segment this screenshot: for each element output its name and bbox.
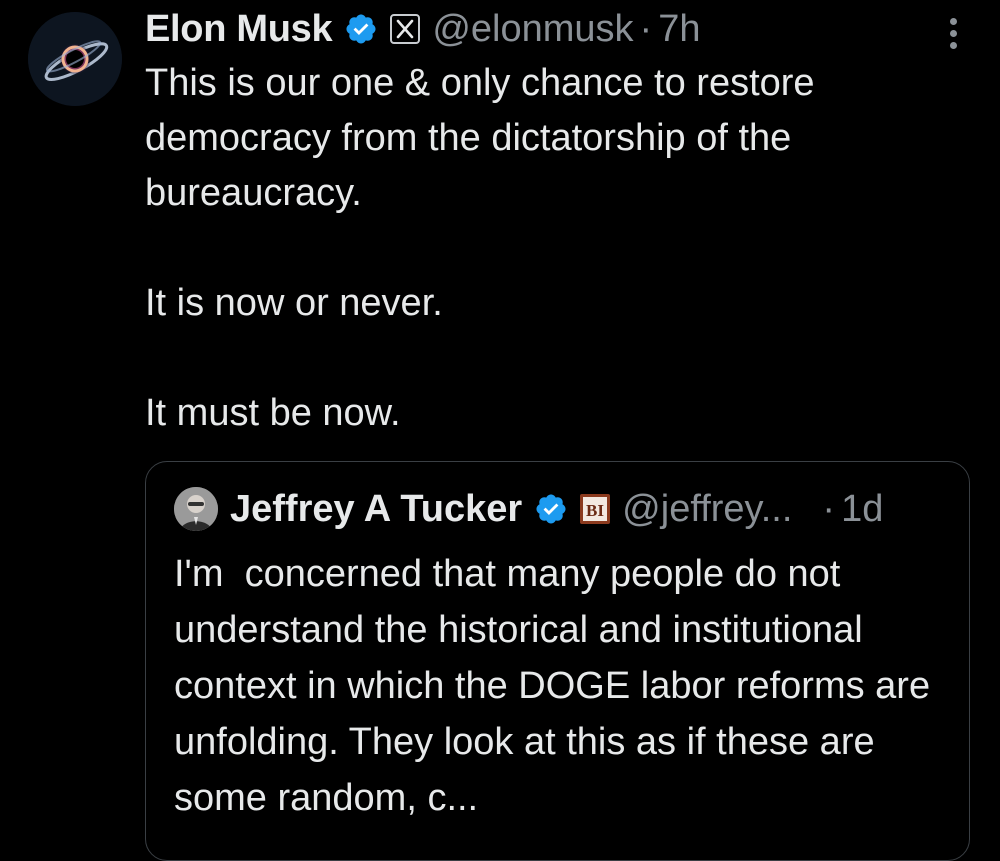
tweet-timestamp[interactable]: 7h — [658, 8, 700, 51]
quoted-tweet[interactable]: Jeffrey A Tucker BI @jeffrey... · 1d I'm… — [145, 461, 970, 861]
quoted-author-name[interactable]: Jeffrey A Tucker — [230, 488, 522, 531]
tweet-text-paragraph: This is our one & only chance to restore… — [145, 62, 815, 214]
author-avatar[interactable] — [28, 12, 122, 106]
separator-dot: · — [822, 487, 836, 530]
verified-badge-icon[interactable] — [534, 492, 568, 526]
quoted-author-avatar[interactable] — [174, 487, 218, 531]
tweet-text-paragraph: It is now or never. — [145, 282, 443, 324]
profile-photo-avatar-icon — [174, 487, 218, 531]
bi-logo-icon[interactable]: BI — [580, 494, 611, 524]
quoted-tweet-text: I'm concerned that many people do not un… — [174, 553, 941, 819]
author-name[interactable]: Elon Musk — [145, 8, 333, 51]
tweet[interactable]: Elon Musk @elonmusk · 7h This is our one… — [0, 0, 1000, 861]
x-logo-icon[interactable] — [390, 14, 421, 44]
more-options-button[interactable] — [940, 14, 966, 54]
black-hole-avatar-icon — [28, 12, 122, 106]
author-handle[interactable]: @elonmusk — [432, 8, 633, 51]
tweet-text: This is our one & only chance to restore… — [145, 56, 965, 441]
verified-badge-icon[interactable] — [344, 12, 378, 46]
quoted-tweet-header: Jeffrey A Tucker BI @jeffrey... · 1d — [174, 486, 883, 532]
quoted-author-handle[interactable]: @jeffrey... — [622, 488, 792, 531]
svg-text:BI: BI — [586, 501, 604, 520]
separator-dot: · — [639, 7, 653, 50]
quoted-tweet-timestamp[interactable]: 1d — [841, 488, 883, 531]
more-vertical-icon — [940, 18, 966, 49]
tweet-header: Elon Musk @elonmusk · 7h — [145, 6, 700, 52]
tweet-text-paragraph: It must be now. — [145, 392, 401, 434]
